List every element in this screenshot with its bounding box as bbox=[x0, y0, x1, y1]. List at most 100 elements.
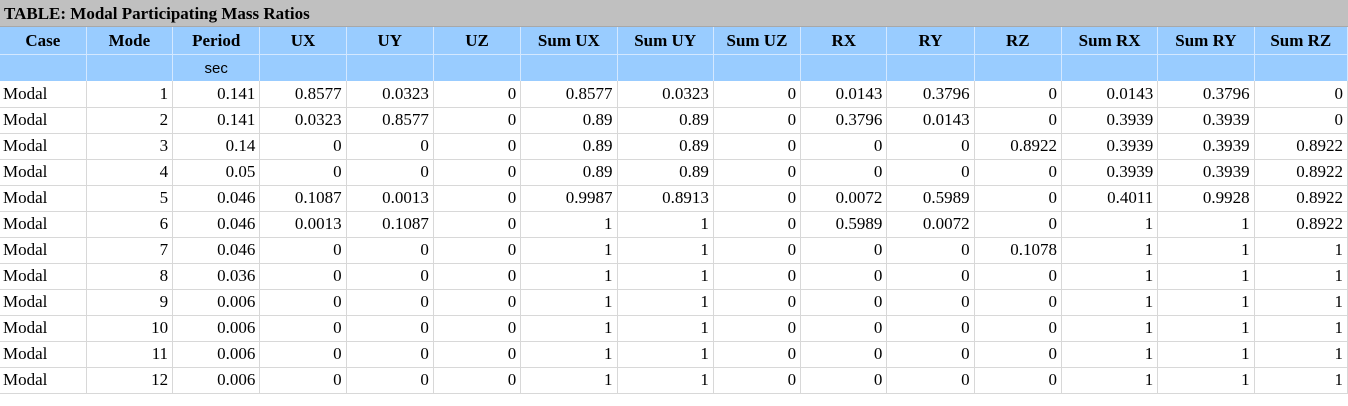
cell-sum-uy[interactable]: 1 bbox=[617, 289, 714, 316]
cell-period[interactable]: 0.141 bbox=[172, 107, 261, 134]
unit-cell-ux[interactable] bbox=[259, 54, 347, 81]
column-header-uz[interactable]: UZ bbox=[433, 27, 522, 55]
cell-sum-ry[interactable]: 0.3939 bbox=[1157, 107, 1255, 134]
cell-sum-rx[interactable]: 0.3939 bbox=[1061, 159, 1159, 186]
cell-uy[interactable]: 0.8577 bbox=[346, 107, 434, 134]
cell-mode[interactable]: 6 bbox=[86, 211, 174, 238]
cell-sum-uy[interactable]: 1 bbox=[617, 237, 714, 264]
cell-sum-uy[interactable]: 1 bbox=[617, 263, 714, 290]
cell-sum-rz[interactable]: 1 bbox=[1254, 341, 1348, 368]
cell-uy[interactable]: 0.0013 bbox=[346, 185, 434, 212]
column-header-sum-ux[interactable]: Sum UX bbox=[520, 27, 618, 55]
cell-rx[interactable]: 0.0072 bbox=[800, 185, 888, 212]
cell-ux[interactable]: 0 bbox=[259, 133, 347, 160]
cell-sum-ux[interactable]: 1 bbox=[520, 289, 618, 316]
column-header-mode[interactable]: Mode bbox=[86, 27, 174, 55]
cell-sum-rz[interactable]: 0.8922 bbox=[1254, 211, 1348, 238]
cell-rz[interactable]: 0 bbox=[974, 211, 1062, 238]
cell-sum-rz[interactable]: 1 bbox=[1254, 367, 1348, 394]
unit-cell-rx[interactable] bbox=[800, 54, 888, 81]
cell-mode[interactable]: 8 bbox=[86, 263, 174, 290]
unit-cell-uy[interactable] bbox=[346, 54, 434, 81]
cell-uz[interactable]: 0 bbox=[433, 263, 522, 290]
cell-uy[interactable]: 0 bbox=[346, 315, 434, 342]
cell-period[interactable]: 0.046 bbox=[172, 185, 261, 212]
cell-case[interactable]: Modal bbox=[0, 341, 87, 368]
cell-uz[interactable]: 0 bbox=[433, 185, 522, 212]
cell-sum-uz[interactable]: 0 bbox=[713, 159, 802, 186]
cell-uy[interactable]: 0.1087 bbox=[346, 211, 434, 238]
cell-period[interactable]: 0.046 bbox=[172, 237, 261, 264]
cell-uz[interactable]: 0 bbox=[433, 159, 522, 186]
cell-sum-ry[interactable]: 0.3939 bbox=[1157, 159, 1255, 186]
cell-ux[interactable]: 0 bbox=[259, 263, 347, 290]
unit-cell-sum-ux[interactable] bbox=[520, 54, 618, 81]
unit-cell-sum-ry[interactable] bbox=[1157, 54, 1255, 81]
cell-sum-rx[interactable]: 1 bbox=[1061, 289, 1159, 316]
cell-rz[interactable]: 0.1078 bbox=[974, 237, 1062, 264]
cell-sum-rz[interactable]: 0 bbox=[1254, 81, 1348, 108]
cell-case[interactable]: Modal bbox=[0, 289, 87, 316]
cell-mode[interactable]: 3 bbox=[86, 133, 174, 160]
unit-cell-uz[interactable] bbox=[433, 54, 522, 81]
cell-period[interactable]: 0.006 bbox=[172, 367, 261, 394]
cell-sum-uz[interactable]: 0 bbox=[713, 107, 802, 134]
cell-sum-rz[interactable]: 1 bbox=[1254, 263, 1348, 290]
cell-case[interactable]: Modal bbox=[0, 185, 87, 212]
cell-ux[interactable]: 0 bbox=[259, 237, 347, 264]
cell-sum-ry[interactable]: 1 bbox=[1157, 211, 1255, 238]
cell-uz[interactable]: 0 bbox=[433, 289, 522, 316]
column-header-period[interactable]: Period bbox=[172, 27, 261, 55]
table-row[interactable]: Modal 3 0.14 0 0 0 0.89 0.89 0 0 0 0.8922 0.3939 0.39… bbox=[0, 133, 1348, 160]
cell-ux[interactable]: 0.0323 bbox=[259, 107, 347, 134]
unit-cell-sum-uy[interactable] bbox=[617, 54, 714, 81]
table-row[interactable]: Modal 1 0.141 0.8577 0.0323 0 0.8577 0.0323 0 0.0… bbox=[0, 81, 1348, 108]
cell-rz[interactable]: 0 bbox=[974, 185, 1062, 212]
cell-rx[interactable]: 0 bbox=[800, 315, 888, 342]
cell-sum-ux[interactable]: 1 bbox=[520, 211, 618, 238]
cell-uz[interactable]: 0 bbox=[433, 237, 522, 264]
table-row[interactable]: Modal 9 0.006 0 0 0 1 1 0 0 0 0 1 1 1 bbox=[0, 289, 1348, 316]
column-header-sum-rz[interactable]: Sum RZ bbox=[1254, 27, 1348, 55]
cell-sum-uz[interactable]: 0 bbox=[713, 263, 802, 290]
cell-ux[interactable]: 0 bbox=[259, 341, 347, 368]
cell-rx[interactable]: 0 bbox=[800, 159, 888, 186]
table-row[interactable]: Modal 10 0.006 0 0 0 1 1 0 0 0 0 1 1 1 bbox=[0, 315, 1348, 342]
cell-ux[interactable]: 0 bbox=[259, 159, 347, 186]
cell-mode[interactable]: 7 bbox=[86, 237, 174, 264]
unit-cell-sum-rx[interactable] bbox=[1061, 54, 1159, 81]
cell-sum-rx[interactable]: 1 bbox=[1061, 367, 1159, 394]
cell-mode[interactable]: 9 bbox=[86, 289, 174, 316]
cell-rz[interactable]: 0 bbox=[974, 315, 1062, 342]
cell-case[interactable]: Modal bbox=[0, 367, 87, 394]
cell-ry[interactable]: 0 bbox=[886, 289, 975, 316]
cell-uz[interactable]: 0 bbox=[433, 133, 522, 160]
cell-uy[interactable]: 0 bbox=[346, 289, 434, 316]
cell-uz[interactable]: 0 bbox=[433, 367, 522, 394]
cell-sum-ux[interactable]: 1 bbox=[520, 315, 618, 342]
cell-uy[interactable]: 0 bbox=[346, 367, 434, 394]
cell-sum-ux[interactable]: 1 bbox=[520, 263, 618, 290]
cell-sum-ux[interactable]: 0.89 bbox=[520, 107, 618, 134]
cell-uz[interactable]: 0 bbox=[433, 211, 522, 238]
cell-ux[interactable]: 0 bbox=[259, 315, 347, 342]
cell-sum-uy[interactable]: 0.89 bbox=[617, 107, 714, 134]
cell-rz[interactable]: 0 bbox=[974, 159, 1062, 186]
cell-sum-ry[interactable]: 0.9928 bbox=[1157, 185, 1255, 212]
cell-case[interactable]: Modal bbox=[0, 81, 87, 108]
cell-period[interactable]: 0.036 bbox=[172, 263, 261, 290]
cell-sum-ux[interactable]: 1 bbox=[520, 237, 618, 264]
cell-ux[interactable]: 0 bbox=[259, 367, 347, 394]
cell-sum-uz[interactable]: 0 bbox=[713, 315, 802, 342]
cell-sum-rx[interactable]: 0.0143 bbox=[1061, 81, 1159, 108]
cell-sum-uy[interactable]: 0.8913 bbox=[617, 185, 714, 212]
cell-rx[interactable]: 0 bbox=[800, 289, 888, 316]
table-row[interactable]: Modal 5 0.046 0.1087 0.0013 0 0.9987 0.8913 0 0.0… bbox=[0, 185, 1348, 212]
cell-uy[interactable]: 0 bbox=[346, 263, 434, 290]
cell-case[interactable]: Modal bbox=[0, 263, 87, 290]
cell-sum-ry[interactable]: 0.3796 bbox=[1157, 81, 1255, 108]
cell-rx[interactable]: 0.0143 bbox=[800, 81, 888, 108]
cell-rx[interactable]: 0 bbox=[800, 341, 888, 368]
cell-mode[interactable]: 10 bbox=[86, 315, 174, 342]
cell-sum-rz[interactable]: 0.8922 bbox=[1254, 185, 1348, 212]
